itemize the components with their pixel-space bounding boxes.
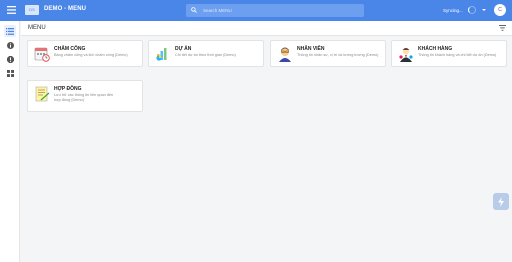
card-description: Lưu trữ các thông tin liên quan đến hợp … (54, 93, 114, 102)
card-khach-hang[interactable]: KHÁCH HÀNG Thông tin khách hàng và chi t… (391, 40, 507, 67)
timesheet-icon (34, 47, 50, 62)
page-title: MENU (28, 25, 46, 31)
app-title: DEMO - MENU (44, 6, 87, 12)
card-title: KHÁCH HÀNG (418, 46, 453, 52)
app-logo: DS (25, 5, 39, 15)
info-icon (6, 41, 14, 49)
sync-status: Syncing... (443, 7, 463, 13)
filter-icon[interactable] (499, 25, 506, 31)
alert-icon (6, 55, 14, 63)
card-title: DỰ ÁN (175, 46, 192, 52)
sync-spinner-icon (468, 6, 476, 14)
main-header: MENU (21, 21, 512, 36)
avatar[interactable]: C (494, 4, 506, 16)
employee-icon (279, 47, 291, 62)
card-description: Chi tiết dự án theo thời gian (Demo) (175, 53, 236, 57)
card-nhan-vien[interactable]: NHÂN VIÊN Thông tin nhân sự, vị trí và l… (270, 40, 386, 67)
search-input[interactable]: Search MENU (186, 4, 364, 17)
chevron-down-icon[interactable] (482, 9, 486, 11)
sidebar (0, 21, 20, 262)
top-bar: DS DEMO - MENU Search MENU Syncing... C (0, 0, 512, 21)
lightning-icon (498, 196, 504, 207)
card-description: Thông tin khách hàng và chi tiết dự án (… (418, 53, 497, 57)
search-placeholder: Search MENU (203, 7, 232, 13)
menu-icon[interactable] (7, 6, 16, 14)
sidebar-item-info[interactable] (4, 39, 16, 51)
sidebar-item-alert[interactable] (4, 53, 16, 65)
grid-icon (6, 69, 14, 77)
card-description: Thông tin nhân sự, vị trí và lương tương… (297, 53, 379, 57)
card-title: HỢP ĐỒNG (54, 86, 82, 92)
card-cham-cong[interactable]: CHẤM CÔNG Bảng chấm công và lịch chấm cô… (27, 40, 143, 67)
quick-action-button[interactable] (493, 193, 509, 210)
card-title: CHẤM CÔNG (54, 46, 86, 52)
list-icon (6, 27, 14, 35)
card-hop-dong[interactable]: HỢP ĐỒNG Lưu trữ các thông tin liên quan… (27, 80, 143, 112)
card-description: Bảng chấm công và lịch chấm công (Demo) (54, 53, 128, 57)
card-title: NHÂN VIÊN (297, 46, 325, 52)
contract-icon (35, 86, 50, 102)
search-icon (191, 7, 197, 13)
sidebar-item-list[interactable] (4, 25, 16, 37)
customer-icon (399, 47, 413, 62)
sidebar-item-grid[interactable] (4, 67, 16, 79)
project-chart-icon (156, 48, 167, 61)
card-du-an[interactable]: DỰ ÁN Chi tiết dự án theo thời gian (Dem… (148, 40, 264, 67)
